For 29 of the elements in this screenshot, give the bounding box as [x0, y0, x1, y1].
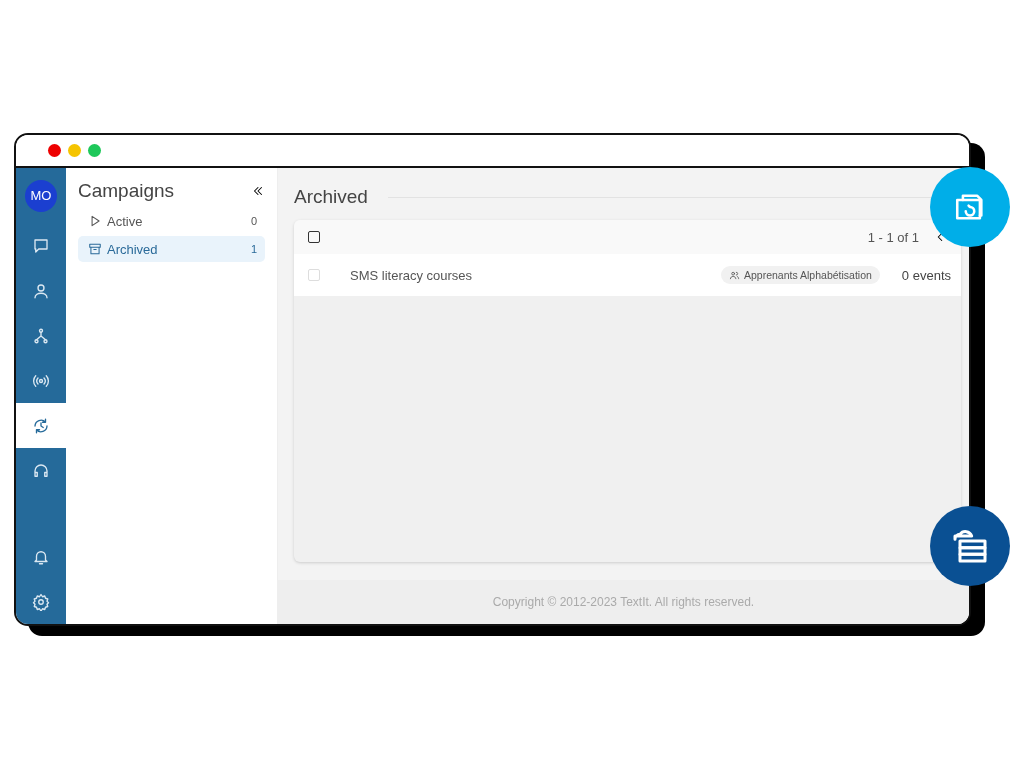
flow-icon: [32, 326, 50, 345]
play-icon: [88, 214, 102, 228]
minimize-button[interactable]: [68, 144, 81, 157]
row-checkbox[interactable]: [308, 269, 320, 281]
chat-icon: [32, 236, 50, 255]
sidebar-item[interactable]: Archived 1: [78, 236, 265, 262]
table-row[interactable]: SMS literacy courses Apprenants Alphabétisation 0 events: [294, 254, 961, 296]
close-button[interactable]: [48, 144, 61, 157]
page-title: Archived: [294, 186, 368, 208]
gear-icon: [32, 592, 50, 611]
campaign-name: SMS literacy courses: [350, 267, 474, 283]
copyright-text: Copyright © 2012-2023 TextIt. All rights reserved.: [492, 595, 755, 609]
collapse-icon: [251, 184, 265, 198]
group-tag: Apprenants Alphabétisation: [721, 266, 880, 284]
pagination-text: 1 - 1 of 1: [867, 229, 919, 245]
nav-item[interactable]: [16, 358, 66, 403]
archive-icon: [88, 242, 102, 256]
sidebar-item[interactable]: Active 0: [78, 208, 265, 234]
headset-icon: [32, 461, 50, 480]
event-count: 0 events: [901, 267, 951, 283]
people-icon: [729, 269, 740, 281]
clock-refresh-icon: [32, 416, 50, 435]
nav-item[interactable]: [16, 579, 66, 624]
select-all-checkbox[interactable]: [308, 231, 320, 243]
person-icon: [32, 281, 50, 300]
sidebar-title: Campaigns: [78, 180, 175, 202]
nav-item[interactable]: [16, 448, 66, 493]
user-avatar[interactable]: MO: [25, 179, 57, 212]
maximize-button[interactable]: [88, 144, 101, 157]
